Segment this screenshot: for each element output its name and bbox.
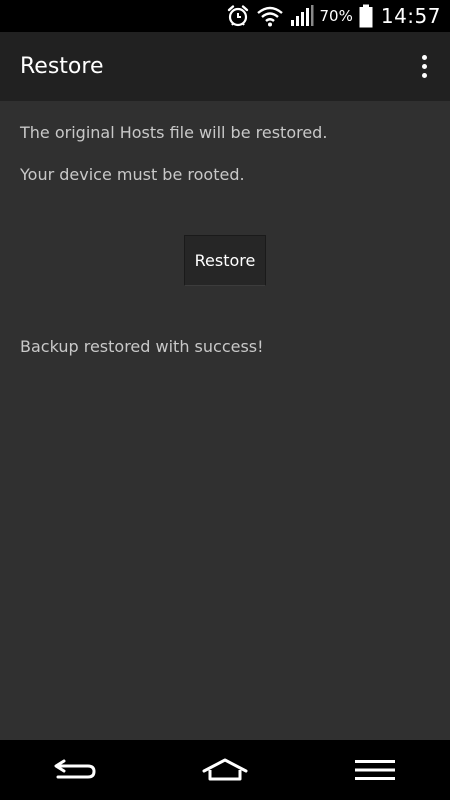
clock: 14:57: [380, 4, 441, 28]
screen: 70% 14:57 Restore The original Hosts fil…: [0, 0, 450, 800]
status-bar: 70% 14:57: [0, 0, 450, 32]
wifi-icon: [256, 5, 284, 27]
signal-icon: [290, 5, 314, 27]
overflow-menu-icon[interactable]: [414, 52, 434, 82]
overflow-dot: [421, 64, 427, 69]
action-bar: Restore: [0, 32, 450, 101]
home-icon[interactable]: [185, 745, 265, 795]
page-title: Restore: [20, 54, 104, 79]
main-content: The original Hosts file will be restored…: [0, 101, 450, 740]
back-icon[interactable]: [35, 745, 115, 795]
navigation-bar: [0, 740, 450, 800]
result-message: Backup restored with success!: [20, 337, 264, 356]
restore-button[interactable]: Restore: [184, 235, 266, 286]
overflow-dot: [421, 55, 427, 60]
description-text: The original Hosts file will be restored…: [20, 123, 328, 142]
overflow-dot: [421, 73, 427, 78]
battery-icon: [359, 4, 373, 28]
battery-percent: 70%: [319, 7, 353, 25]
menu-icon[interactable]: [335, 745, 415, 795]
alarm-icon: [226, 4, 250, 28]
root-requirement-text: Your device must be rooted.: [20, 165, 245, 184]
